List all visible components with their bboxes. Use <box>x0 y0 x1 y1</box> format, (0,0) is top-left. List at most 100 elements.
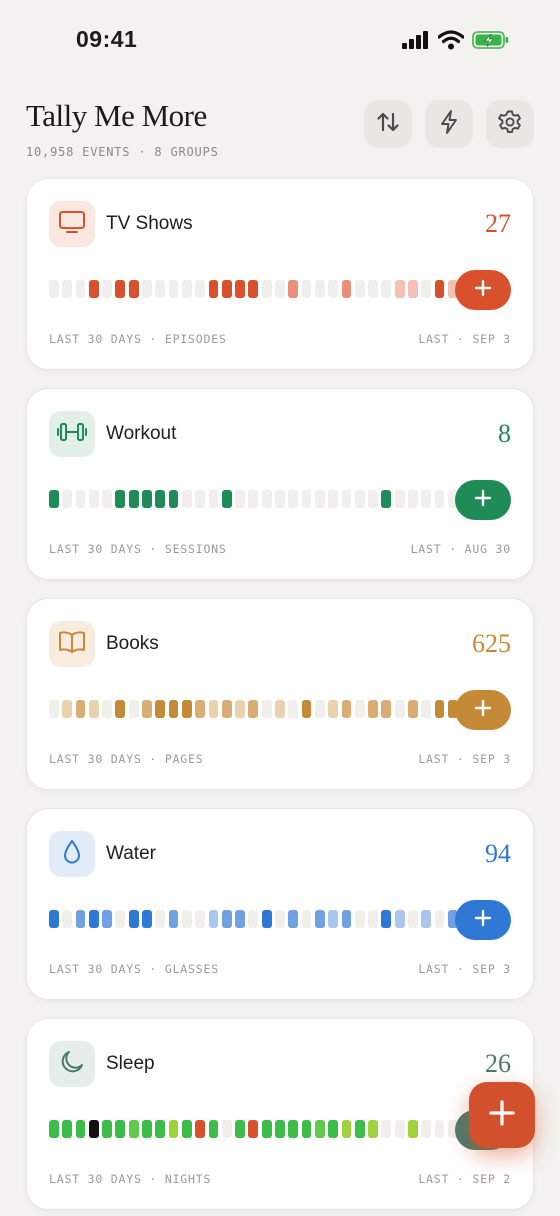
activity-day <box>301 910 312 928</box>
activity-day <box>394 280 405 298</box>
activity-day <box>235 490 245 508</box>
activity-day <box>408 280 418 298</box>
activity-day <box>128 1120 139 1138</box>
activity-day <box>181 280 192 298</box>
activity-bar <box>49 490 471 508</box>
group-name: TV Shows <box>106 213 193 234</box>
group-card-tv-shows[interactable]: TV Shows 27 LAST 30 DAYS · EPISODES LAST… <box>26 178 534 370</box>
activity-day <box>62 910 73 928</box>
sort-button[interactable] <box>364 100 412 148</box>
activity-day <box>261 910 272 928</box>
activity-day <box>168 910 179 928</box>
activity-day <box>248 280 259 298</box>
activity-day <box>394 910 405 928</box>
activity-day <box>49 910 59 928</box>
settings-button[interactable] <box>486 100 534 148</box>
activity-day <box>288 280 299 298</box>
activity-day <box>142 280 152 298</box>
app-subtitle: 10,958 EVENTS · 8 GROUPS <box>26 145 219 159</box>
group-name: Books <box>106 633 159 654</box>
activity-day <box>434 280 445 298</box>
sort-arrows-icon <box>375 109 401 140</box>
activity-day <box>408 1120 418 1138</box>
activity-day <box>275 280 285 298</box>
activity-day <box>421 280 432 298</box>
group-period: LAST 30 DAYS · NIGHTS <box>49 1172 212 1186</box>
group-count: 8 <box>498 419 511 448</box>
header-actions <box>364 100 534 148</box>
activity-day <box>248 1120 259 1138</box>
battery-charging-icon <box>472 30 510 55</box>
plus-icon <box>487 1098 517 1133</box>
activity-bar <box>49 910 471 928</box>
activity-day <box>208 910 219 928</box>
group-name: Water <box>106 843 156 864</box>
activity-day <box>434 700 445 718</box>
activity-day <box>235 700 245 718</box>
group-list: TV Shows 27 LAST 30 DAYS · EPISODES LAST… <box>26 178 534 1216</box>
add-tally-button[interactable] <box>455 900 511 940</box>
lightning-icon <box>438 109 460 140</box>
app-title: Tally Me More <box>26 98 207 133</box>
activity-day <box>275 1120 285 1138</box>
activity-day <box>341 490 352 508</box>
activity-day <box>394 700 405 718</box>
activity-day <box>421 1120 432 1138</box>
activity-day <box>221 1120 232 1138</box>
activity-day <box>354 280 365 298</box>
group-card-workout[interactable]: Workout 8 LAST 30 DAYS · SESSIONS LAST ·… <box>26 388 534 580</box>
activity-day <box>261 700 272 718</box>
group-last-date: LAST · AUG 30 <box>410 542 511 556</box>
activity-day <box>354 1120 365 1138</box>
activity-day <box>181 700 192 718</box>
activity-day <box>314 490 325 508</box>
activity-day <box>49 700 59 718</box>
plus-icon <box>474 279 492 302</box>
activity-day <box>102 910 112 928</box>
add-tally-button[interactable] <box>455 480 511 520</box>
activity-day <box>102 490 112 508</box>
activity-day <box>208 280 219 298</box>
activity-day <box>168 490 179 508</box>
activity-day <box>115 910 126 928</box>
group-count: 625 <box>472 629 511 658</box>
group-period: LAST 30 DAYS · GLASSES <box>49 962 219 976</box>
group-card-sleep[interactable]: Sleep 26 LAST 30 DAYS · NIGHTS LAST · SE… <box>26 1018 534 1210</box>
activity-day <box>381 490 392 508</box>
quick-actions-button[interactable] <box>425 100 473 148</box>
activity-day <box>102 700 112 718</box>
activity-day <box>261 1120 272 1138</box>
add-tally-button[interactable] <box>455 690 511 730</box>
activity-day <box>75 910 86 928</box>
activity-day <box>275 490 285 508</box>
cellular-signal-icon <box>402 31 430 54</box>
group-card-books[interactable]: Books 625 LAST 30 DAYS · PAGES LAST · SE… <box>26 598 534 790</box>
status-icons <box>402 30 510 55</box>
activity-day <box>314 280 325 298</box>
group-count: 26 <box>485 1049 511 1078</box>
group-card-water[interactable]: Water 94 LAST 30 DAYS · GLASSES LAST · S… <box>26 808 534 1000</box>
activity-day <box>75 280 86 298</box>
status-bar: 09:41 <box>0 0 560 84</box>
book-icon <box>58 630 86 659</box>
activity-day <box>408 910 418 928</box>
activity-day <box>434 1120 445 1138</box>
add-tally-button[interactable] <box>455 270 511 310</box>
tv-icon <box>58 209 86 240</box>
tv-icon-tile <box>49 201 95 247</box>
new-group-fab[interactable] <box>469 1082 535 1148</box>
activity-day <box>341 700 352 718</box>
activity-day <box>368 1120 378 1138</box>
activity-day <box>168 700 179 718</box>
activity-day <box>195 700 206 718</box>
group-name: Workout <box>106 423 177 444</box>
activity-day <box>88 910 99 928</box>
plus-icon <box>474 699 492 722</box>
activity-day <box>142 490 152 508</box>
activity-day <box>128 280 139 298</box>
activity-day <box>49 490 59 508</box>
activity-day <box>235 1120 245 1138</box>
dumbbell-icon-tile <box>49 411 95 457</box>
activity-day <box>341 1120 352 1138</box>
activity-day <box>155 490 166 508</box>
